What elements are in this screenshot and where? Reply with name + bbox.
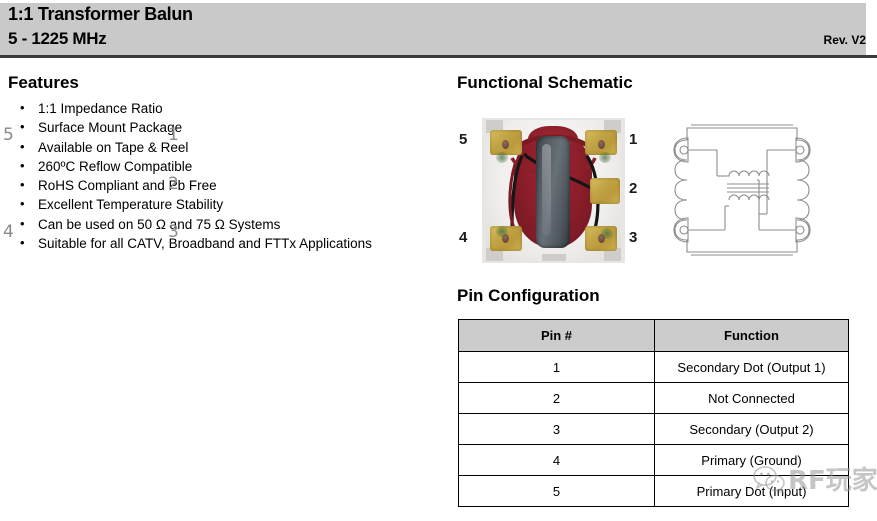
page-title: 1:1 Transformer Balun xyxy=(8,4,193,24)
list-item: Available on Tape & Reel xyxy=(8,138,428,156)
cell-function: Secondary (Output 2) xyxy=(654,413,849,445)
schematic-pin-label-5: 5 xyxy=(3,125,14,145)
schematic-pin-label-3: 3 xyxy=(168,222,179,242)
cell-pin: 4 xyxy=(458,444,655,476)
schematic-pin-label-1: 1 xyxy=(168,125,179,145)
schematic-pin-label-2: 2 xyxy=(168,174,179,194)
cell-function: Primary (Ground) xyxy=(654,444,849,476)
functional-schematic-diagram xyxy=(655,118,877,266)
cell-function: Primary Dot (Input) xyxy=(654,475,849,507)
column-header-function: Function xyxy=(654,319,849,352)
column-header-pin: Pin # xyxy=(458,319,655,352)
pin-configuration-heading: Pin Configuration xyxy=(457,286,600,305)
cell-pin: 1 xyxy=(458,351,655,383)
cell-function: Not Connected xyxy=(654,382,849,414)
cell-pin: 2 xyxy=(458,382,655,414)
table-row: 2 Not Connected xyxy=(458,382,849,414)
schematic-svg xyxy=(673,124,811,256)
list-item: 260ºC Reflow Compatible xyxy=(8,157,428,175)
functional-schematic-heading: Functional Schematic xyxy=(457,73,633,92)
component-photo-image xyxy=(482,118,625,263)
features-heading: Features xyxy=(8,73,79,92)
solder-pad-2 xyxy=(590,178,620,204)
schematic-pin-label-4: 4 xyxy=(3,222,14,242)
photo-pin-label-5: 5 xyxy=(459,131,468,148)
flux-residue xyxy=(601,228,613,239)
solder-joint xyxy=(598,140,605,149)
ferrite-core-highlight xyxy=(542,144,551,236)
list-item: Suitable for all CATV, Broadband and FTT… xyxy=(8,234,428,252)
features-list: 1:1 Impedance Ratio Surface Mount Packag… xyxy=(8,99,428,254)
solder-joint xyxy=(502,140,509,149)
list-item: RoHS Compliant and Pb Free xyxy=(8,176,428,194)
cell-function: Secondary Dot (Output 1) xyxy=(654,351,849,383)
table-header-row: Pin # Function xyxy=(458,319,849,352)
list-item: 1:1 Impedance Ratio xyxy=(8,99,428,117)
table-row: 5 Primary Dot (Input) xyxy=(458,475,849,507)
component-photo xyxy=(482,118,625,263)
table-row: 1 Secondary Dot (Output 1) xyxy=(458,351,849,383)
photo-pin-label-1: 1 xyxy=(629,131,638,148)
photo-pin-label-3: 3 xyxy=(629,229,638,246)
list-item: Surface Mount Package xyxy=(8,118,428,136)
photo-pin-label-2: 2 xyxy=(629,180,638,197)
cell-pin: 3 xyxy=(458,413,655,445)
cell-pin: 5 xyxy=(458,475,655,507)
pin-configuration-table: Pin # Function 1 Secondary Dot (Output 1… xyxy=(458,319,849,507)
flux-residue xyxy=(496,152,508,163)
flux-residue xyxy=(599,152,611,163)
page-subtitle: 5 - 1225 MHz xyxy=(8,29,107,48)
header-divider xyxy=(0,55,877,58)
flux-residue xyxy=(496,226,508,237)
photo-pin-label-4: 4 xyxy=(459,229,468,246)
list-item: Excellent Temperature Stability xyxy=(8,195,428,213)
list-item: Can be used on 50 Ω and 75 Ω Systems xyxy=(8,215,428,233)
table-row: 4 Primary (Ground) xyxy=(458,444,849,476)
table-row: 3 Secondary (Output 2) xyxy=(458,413,849,445)
revision-label: Rev. V2 xyxy=(823,33,866,47)
